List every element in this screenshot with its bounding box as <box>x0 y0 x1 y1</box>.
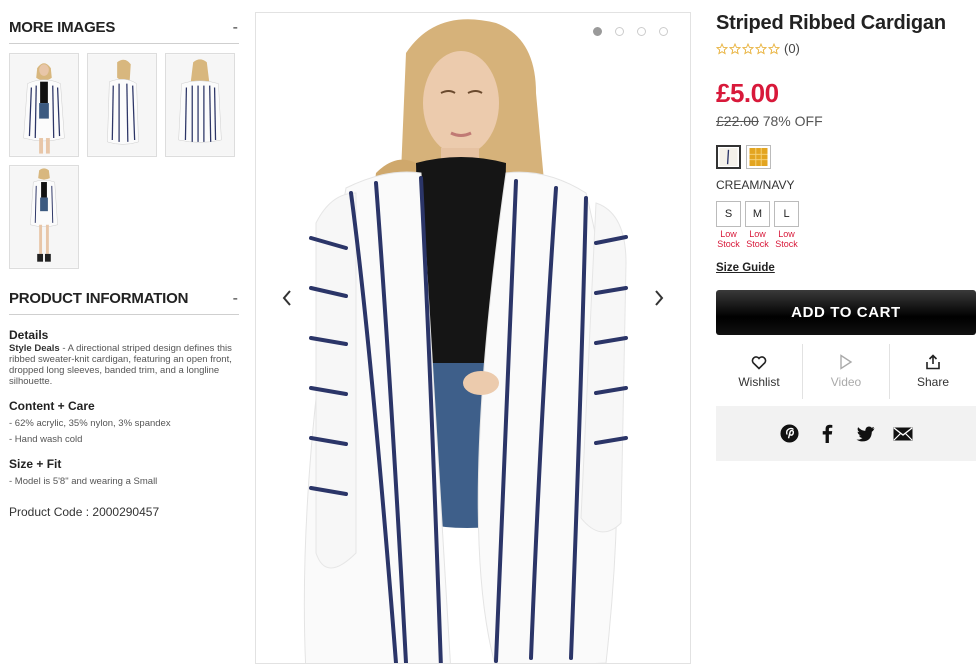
rating-row[interactable]: (0) <box>716 41 976 56</box>
size-m-button[interactable]: M <box>745 201 770 227</box>
facebook-share-button[interactable] <box>817 424 837 444</box>
product-info-body: Details Style Deals - A directional stri… <box>9 315 239 519</box>
carousel-next-button[interactable] <box>644 283 674 313</box>
size-guide-link[interactable]: Size Guide <box>716 262 775 274</box>
model-front-thumb-image <box>10 54 78 156</box>
thumbnail-side[interactable] <box>87 53 157 157</box>
star-rating <box>716 42 780 55</box>
share-label: Share <box>916 375 950 389</box>
product-title: Striped Ribbed Cardigan <box>716 12 946 34</box>
details-lead: Style Deals <box>9 343 60 354</box>
star-outline-icon <box>768 42 780 55</box>
size-s-button[interactable]: S <box>716 201 741 227</box>
color-swatches <box>716 145 976 169</box>
share-button[interactable]: Share <box>889 344 976 399</box>
wishlist-label: Wishlist <box>738 374 780 389</box>
fit-item: - Model is 5'8" and wearing a Small <box>9 476 158 487</box>
product-information-section: PRODUCT INFORMATION - Details Style Deal… <box>9 283 239 519</box>
main-product-image[interactable] <box>255 12 691 664</box>
video-button[interactable]: Video <box>802 344 889 399</box>
sale-price: £5.00 <box>716 78 779 108</box>
low-stock-label: Low Stock <box>717 229 740 249</box>
content-care-heading: Content + Care <box>9 399 95 413</box>
chevron-left-icon <box>282 290 291 306</box>
cream-navy-swatch-image <box>719 148 738 166</box>
size-l-button[interactable]: L <box>774 201 799 227</box>
carousel-dot[interactable] <box>659 27 668 36</box>
product-code: Product Code : 2000290457 <box>9 505 239 519</box>
low-stock-label: Low Stock <box>746 229 769 249</box>
size-option: M Low Stock <box>745 201 770 249</box>
product-code-value: 2000290457 <box>92 505 160 519</box>
collapse-toggle[interactable]: - <box>233 19 239 37</box>
star-outline-icon <box>742 42 754 55</box>
product-info-header[interactable]: PRODUCT INFORMATION - <box>9 283 239 315</box>
content-item: - 62% acrylic, 35% nylon, 3% spandex <box>9 418 171 429</box>
collapse-toggle[interactable]: - <box>233 290 239 308</box>
twitter-icon <box>855 425 875 441</box>
thumbnail-grid <box>9 53 239 269</box>
left-column: MORE IMAGES - PRODUCT INFORMATION - Deta… <box>9 12 239 519</box>
wishlist-button[interactable]: Wishlist <box>716 344 802 399</box>
swatch-mustard[interactable] <box>746 145 771 169</box>
size-fit-heading: Size + Fit <box>9 457 62 471</box>
product-info-title: PRODUCT INFORMATION <box>9 290 189 307</box>
discount-label: 78% OFF <box>762 113 823 129</box>
mustard-swatch-image <box>749 148 768 166</box>
pinterest-share-button[interactable] <box>779 424 799 444</box>
size-option: S Low Stock <box>716 201 741 249</box>
more-images-title: MORE IMAGES <box>9 19 116 36</box>
heart-icon <box>751 355 767 370</box>
thumbnail-full[interactable] <box>9 165 79 269</box>
model-photo <box>256 13 690 663</box>
carousel-dots <box>593 27 668 36</box>
size-option: L Low Stock <box>774 201 799 249</box>
content-item: - Hand wash cold <box>9 434 83 445</box>
size-selector: S Low Stock M Low Stock L Low Stock <box>716 201 976 249</box>
star-outline-icon <box>729 42 741 55</box>
twitter-share-button[interactable] <box>855 424 875 444</box>
action-row: Wishlist Video Share <box>716 344 976 399</box>
email-icon <box>893 426 913 440</box>
model-side-thumb-image <box>88 54 156 156</box>
carousel-dot[interactable] <box>593 27 602 36</box>
video-label: Video <box>830 375 862 389</box>
play-icon <box>840 354 853 370</box>
carousel-dot[interactable] <box>637 27 646 36</box>
add-to-cart-button[interactable]: ADD TO CART <box>716 290 976 335</box>
original-price-row: £22.00 78% OFF <box>716 113 976 129</box>
details-heading: Details <box>9 328 49 342</box>
model-full-thumb-image <box>10 166 78 268</box>
product-details-panel: Striped Ribbed Cardigan (0) £5.00 £22.00… <box>716 12 976 461</box>
chevron-right-icon <box>655 290 664 306</box>
share-icon <box>926 354 940 370</box>
star-outline-icon <box>755 42 767 55</box>
swatch-cream-navy[interactable] <box>716 145 741 169</box>
carousel-dot[interactable] <box>615 27 624 36</box>
pinterest-icon <box>779 424 799 443</box>
more-images-header[interactable]: MORE IMAGES - <box>9 12 239 44</box>
selected-color-name: CREAM/NAVY <box>716 178 795 192</box>
facebook-icon <box>822 424 833 443</box>
email-share-button[interactable] <box>893 424 913 444</box>
details-description: Style Deals - A directional striped desi… <box>9 343 239 387</box>
star-outline-icon <box>716 42 728 55</box>
thumbnail-back[interactable] <box>165 53 235 157</box>
original-price: £22.00 <box>716 113 759 129</box>
review-count[interactable]: (0) <box>784 41 800 56</box>
model-back-thumb-image <box>166 54 234 156</box>
social-share-bar <box>716 406 976 461</box>
thumbnail-front[interactable] <box>9 53 79 157</box>
product-code-label: Product Code : <box>9 505 93 519</box>
low-stock-label: Low Stock <box>775 229 798 249</box>
carousel-prev-button[interactable] <box>272 283 302 313</box>
